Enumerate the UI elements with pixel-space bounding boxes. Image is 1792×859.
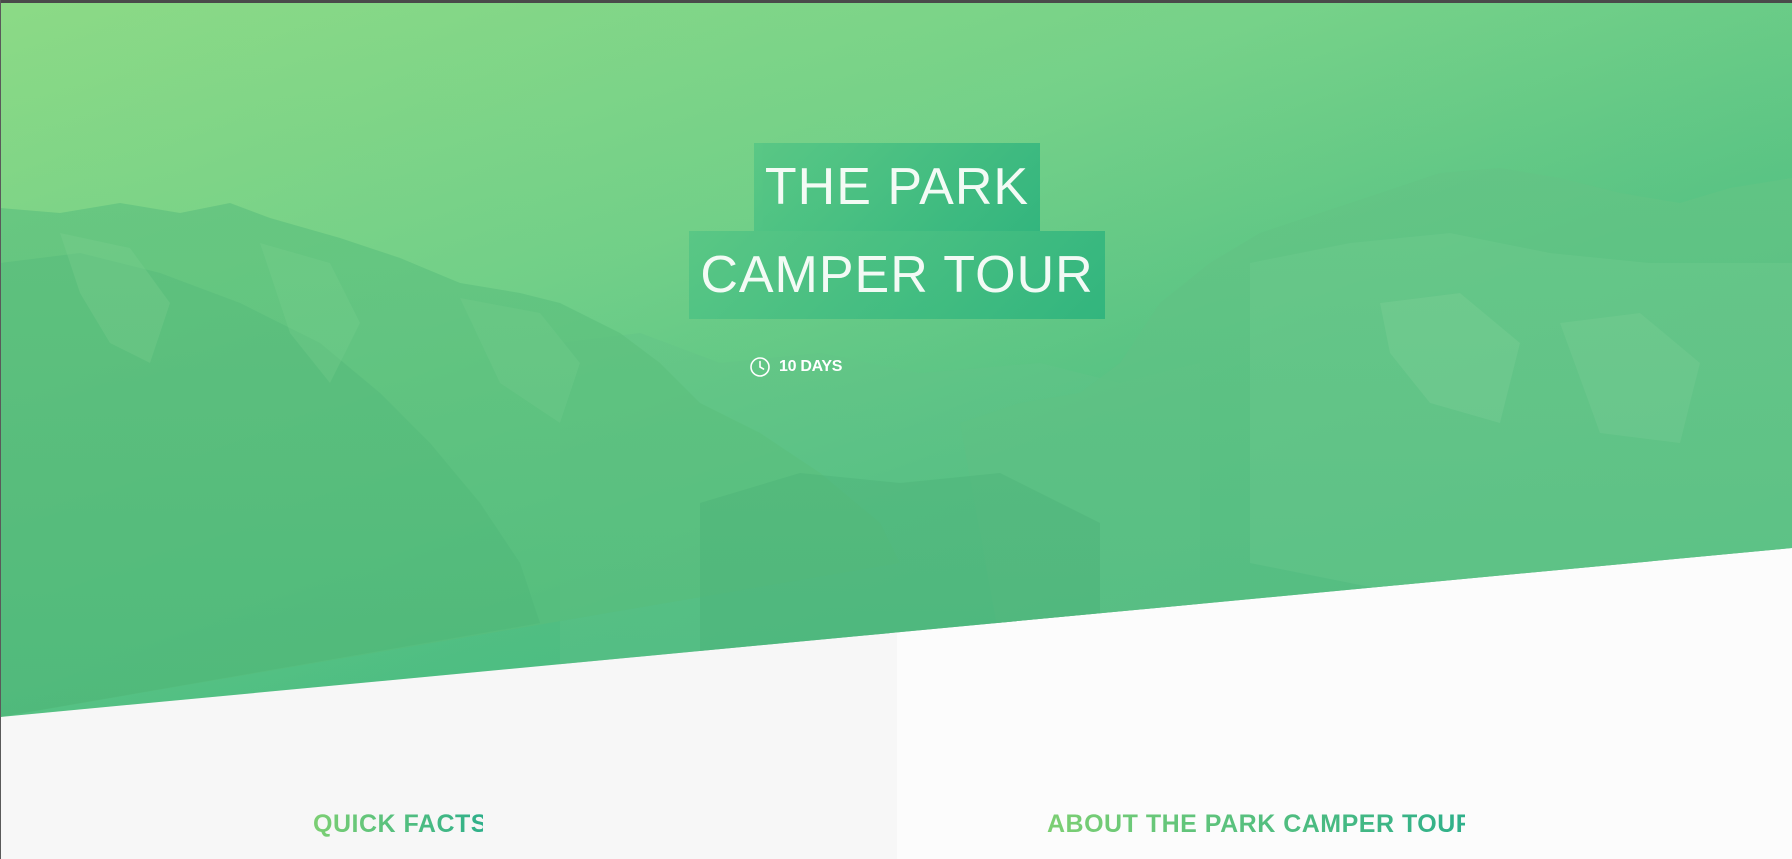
tour-title-line-1: THE PARK [754,143,1040,231]
quick-facts-heading: QUICK FACTS [313,810,488,838]
duration-label: 10 DAYS [779,358,843,375]
tour-duration: 10 DAYS [749,356,842,378]
top-border [0,0,1792,3]
clock-icon [750,357,770,377]
page: THE PARK CAMPER TOUR 10 DAYS QUICK FACTS… [0,0,1792,859]
about-tour-heading: ABOUT THE PARK CAMPER TOUR [1047,810,1475,838]
left-edge [0,0,1,859]
tour-title-line-2: CAMPER TOUR [689,231,1105,319]
